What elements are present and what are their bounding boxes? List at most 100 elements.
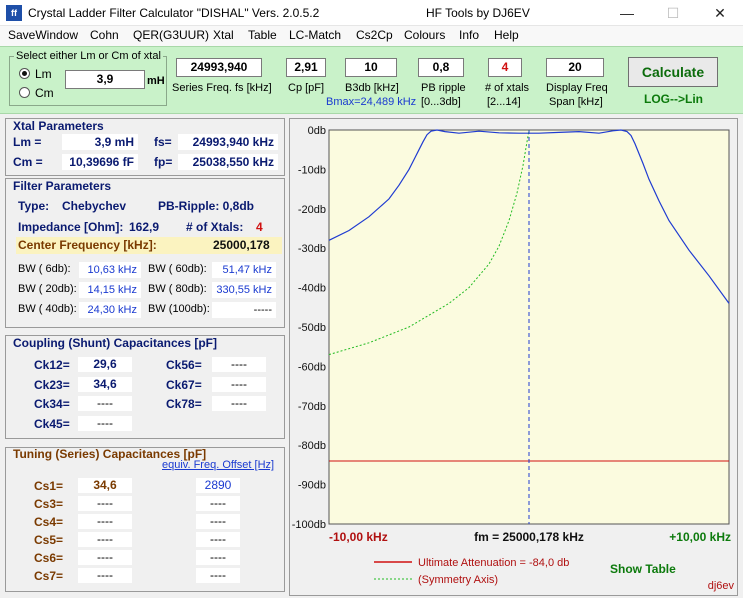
ck78-label: Ck78= <box>166 397 202 411</box>
menu-info[interactable]: Info <box>459 28 479 42</box>
cs6-value: ---- <box>78 550 132 565</box>
pb-ripple-input[interactable]: 0,8 <box>418 58 464 77</box>
menu-lc-match[interactable]: LC-Match <box>289 28 341 42</box>
cs3-value: ---- <box>78 496 132 511</box>
num-xtals-input[interactable]: 4 <box>488 58 522 77</box>
y-tick-label: -30db <box>298 243 326 255</box>
window-title: Crystal Ladder Filter Calculator "DISHAL… <box>28 6 320 20</box>
bw-80db-label: BW ( 80db): <box>148 283 207 295</box>
cs7-value: ---- <box>78 568 132 583</box>
signature: dj6ev <box>708 580 735 592</box>
cm-radio[interactable] <box>19 87 30 98</box>
lm-unit: mH <box>147 75 165 87</box>
ck12-label: Ck12= <box>34 358 70 372</box>
series-freq-input[interactable]: 24993,940 <box>176 58 262 77</box>
y-tick-label: -50db <box>298 322 326 334</box>
xtal-select-title: Select either Lm or Cm of xtal <box>14 50 163 62</box>
ck56-value: ---- <box>212 357 266 372</box>
coupling-panel: Coupling (Shunt) Capacitances [pF] Ck12=… <box>5 335 285 439</box>
lm-radio[interactable] <box>19 68 30 79</box>
filter-type-value: Chebychev <box>62 199 127 213</box>
bw-100db-value: ----- <box>212 302 276 318</box>
lm-radio-label: Lm <box>35 67 52 81</box>
cs5-offset: ---- <box>196 532 240 547</box>
bw-60db-label: BW ( 60db): <box>148 263 207 275</box>
legend-attenuation-text: Ultimate Attenuation = -84,0 db <box>418 557 569 569</box>
num-xtals-range: [2...14] <box>487 96 521 108</box>
bw-80db-value: 330,55 kHz <box>212 282 276 298</box>
menu-qer[interactable]: QER(G3UUR) <box>133 28 209 42</box>
menu-cs2cp[interactable]: Cs2Cp <box>356 28 393 42</box>
ck45-value: ---- <box>78 416 132 431</box>
filter-params-title: Filter Parameters <box>13 179 112 193</box>
calculate-button[interactable]: Calculate <box>628 57 718 87</box>
cs3-label: Cs3= <box>34 497 64 511</box>
bw-40db-value: 24,30 kHz <box>79 302 141 318</box>
x-right-label: +10,00 kHz <box>669 530 731 544</box>
cs4-offset: ---- <box>196 514 240 529</box>
title-bar: ff Crystal Ladder Filter Calculator "DIS… <box>0 0 743 26</box>
menu-help[interactable]: Help <box>494 28 519 42</box>
bmax-label: Bmax=24,489 kHz <box>326 96 417 108</box>
maximize-icon[interactable]: ☐ <box>650 0 696 26</box>
menu-bar: SaveWindow Cohn QER(G3UUR) Xtal Table LC… <box>0 26 743 46</box>
y-tick-label: -10db <box>298 164 326 176</box>
show-table-link[interactable]: Show Table <box>610 562 676 576</box>
menu-cohn[interactable]: Cohn <box>90 28 119 42</box>
y-tick-label: 0db <box>308 125 326 137</box>
nxtals-label: # of Xtals: <box>186 220 244 234</box>
ck12-value: 29,6 <box>78 357 132 372</box>
cs1-offset: 2890 <box>196 478 240 493</box>
menu-colours[interactable]: Colours <box>404 28 445 42</box>
log-lin-toggle[interactable]: LOG-->Lin <box>644 92 703 106</box>
num-xtals-label: # of xtals <box>485 82 530 94</box>
ck23-label: Ck23= <box>34 378 70 392</box>
menu-table[interactable]: Table <box>248 28 277 42</box>
display-span-input[interactable]: 20 <box>546 58 604 77</box>
impedance-value: 162,9 <box>129 220 160 234</box>
cs3-offset: ---- <box>196 496 240 511</box>
lm-param-label: Lm = <box>13 135 42 149</box>
input-panel: Select either Lm or Cm of xtal Lm Cm 3,9… <box>0 46 743 114</box>
bw-6db-label: BW ( 6db): <box>18 263 71 275</box>
response-chart: 0db -10db -20db -30db -40db -50db -60db -70db -8… <box>292 125 735 592</box>
ck34-value: ---- <box>78 396 132 411</box>
filter-params-panel: Filter Parameters Type: Chebychev PB-Rip… <box>5 178 285 328</box>
y-tick-label: -80db <box>298 440 326 452</box>
ck45-label: Ck45= <box>34 417 70 431</box>
series-freq-label: Series Freq. fs [kHz] <box>172 82 272 94</box>
app-icon: ff <box>6 5 22 21</box>
cs6-offset: ---- <box>196 550 240 565</box>
display-span-unit: Span [kHz] <box>549 96 603 108</box>
xtal-params-panel: Xtal Parameters Lm = 3,9 mH fs= 24993,94… <box>5 118 285 176</box>
cs7-offset: ---- <box>196 568 240 583</box>
lm-param-value: 3,9 mH <box>62 134 138 150</box>
close-icon[interactable]: ✕ <box>697 0 743 26</box>
bw-60db-value: 51,47 kHz <box>212 262 276 278</box>
cm-radio-label: Cm <box>35 86 54 100</box>
menu-savewindow[interactable]: SaveWindow <box>8 28 78 42</box>
response-chart-frame: 0db -10db -20db -30db -40db -50db -60db -70db -8… <box>289 118 738 596</box>
cp-input[interactable]: 2,91 <box>286 58 326 77</box>
pb-ripple-range: [0...3db] <box>421 96 461 108</box>
minimize-icon[interactable]: — <box>604 0 650 26</box>
lm-input[interactable]: 3,9 <box>65 70 145 89</box>
y-tick-label: -40db <box>298 283 326 295</box>
menu-xtal[interactable]: Xtal <box>213 28 234 42</box>
b3db-input[interactable]: 10 <box>345 58 397 77</box>
bw-6db-value: 10,63 kHz <box>79 262 141 278</box>
y-tick-label: -20db <box>298 204 326 216</box>
nxtals-value: 4 <box>256 220 263 234</box>
cs4-value: ---- <box>78 514 132 529</box>
fs-param-value: 24993,940 kHz <box>178 134 278 150</box>
display-span-label: Display Freq <box>546 82 608 94</box>
center-freq-label: Center Frequency [kHz]: <box>18 238 157 252</box>
cs1-value: 34,6 <box>78 478 132 493</box>
cs5-value: ---- <box>78 532 132 547</box>
y-tick-label: -100db <box>292 519 326 531</box>
cm-param-value: 10,39696 fF <box>62 154 138 170</box>
ck56-label: Ck56= <box>166 358 202 372</box>
ck67-label: Ck67= <box>166 378 202 392</box>
freq-offset-label: equiv. Freq. Offset [Hz] <box>162 459 275 471</box>
cs1-label: Cs1= <box>34 479 64 493</box>
